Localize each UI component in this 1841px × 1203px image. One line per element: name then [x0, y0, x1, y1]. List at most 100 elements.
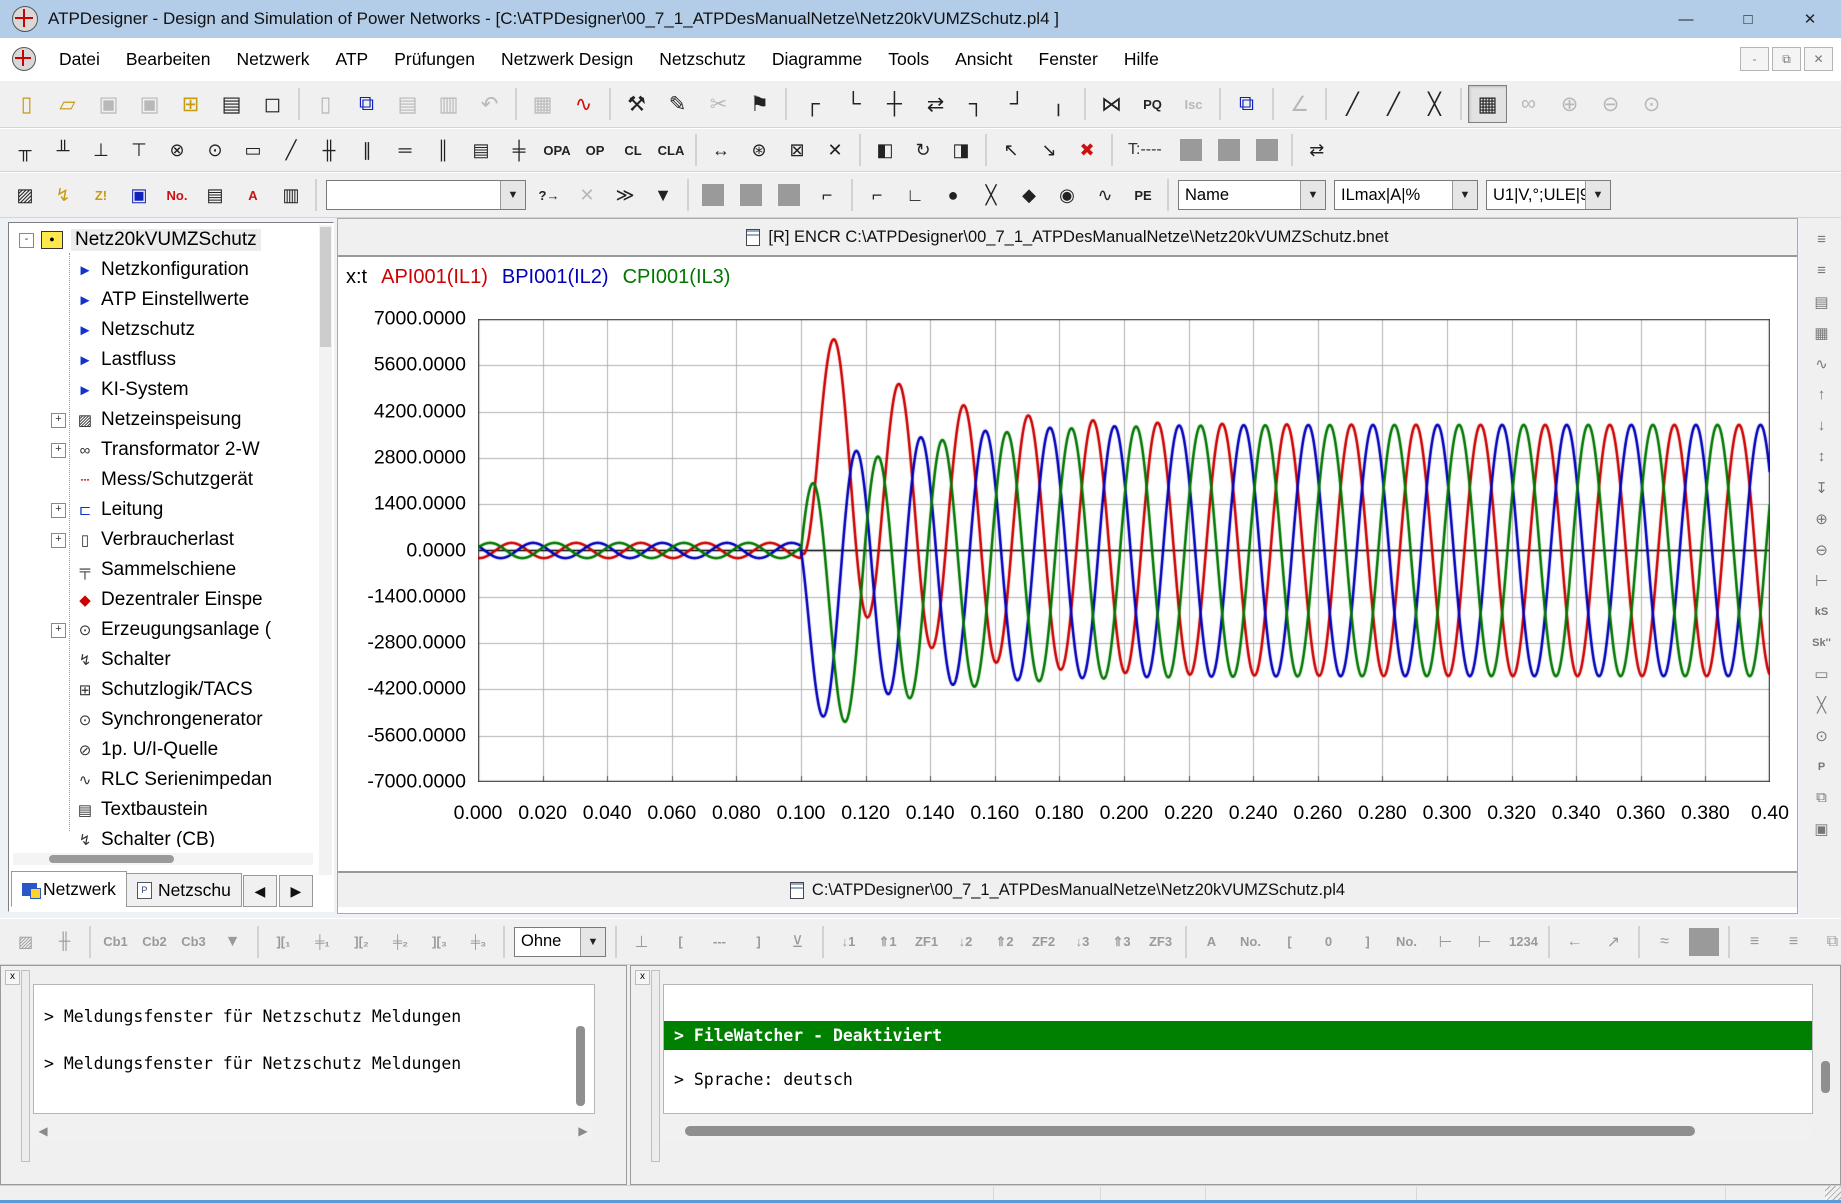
signal-marker-button[interactable]: ↯ — [45, 178, 81, 213]
zoom-in-button[interactable]: ⊕ — [1550, 85, 1589, 123]
chevron-down-icon[interactable]: ▼ — [580, 928, 605, 956]
tree-item-leitung[interactable]: +⊏Leitung — [11, 495, 317, 525]
send-back-button[interactable]: ↘ — [1031, 133, 1067, 168]
signal-curves-button[interactable]: ∿ — [564, 85, 603, 123]
marker-flag-button[interactable]: ⚑ — [740, 85, 779, 123]
winding-3-button[interactable]: ][₃ — [421, 924, 458, 960]
opa-tool-button[interactable]: OPA — [539, 133, 575, 168]
plot-layout-1-button[interactable]: ≡ — [1806, 226, 1838, 253]
print-preview-button[interactable]: ◻ — [253, 85, 292, 123]
fault-down-1-button[interactable]: ↓1 — [830, 924, 867, 960]
insert-breaker-button[interactable]: ╫ — [311, 133, 347, 168]
align-horizontal-button[interactable]: ═ — [387, 133, 423, 168]
node-top-button[interactable]: ┌ — [793, 85, 832, 123]
scroll-right-icon[interactable]: ▶ — [573, 1124, 593, 1138]
fault-down-2-button[interactable]: ↓2 — [947, 924, 984, 960]
measure-star-button[interactable]: ╳ — [1415, 85, 1454, 123]
digit-marker-button[interactable]: 1234 — [1505, 924, 1542, 960]
phase-box-1-button[interactable] — [1173, 133, 1209, 168]
swap-direction-button[interactable]: ⇄ — [916, 85, 955, 123]
list-import-button[interactable]: ≡ — [1736, 924, 1773, 960]
minimize-button[interactable]: — — [1655, 0, 1717, 38]
swap-pages-button[interactable]: ⇄ — [1299, 133, 1335, 168]
insert-switch-button[interactable]: ∥ — [349, 133, 385, 168]
save-all-button[interactable]: ▣ — [130, 85, 169, 123]
expand-icon[interactable]: + — [51, 443, 66, 458]
spacing-tool-button[interactable]: ↔ — [703, 133, 739, 168]
voltage-filter-combobox[interactable]: U1|V,°;ULE|9▼ — [1486, 180, 1611, 210]
plot-shift-down-button[interactable]: ↓ — [1806, 412, 1838, 439]
zoom-out-button[interactable]: ⊖ — [1591, 85, 1630, 123]
tree-hscroll-thumb[interactable] — [49, 855, 174, 863]
phase-box-3-button[interactable] — [1249, 133, 1285, 168]
insert-ground-button[interactable]: ⊥ — [83, 133, 119, 168]
number-marker-2-button[interactable]: No. — [1388, 924, 1425, 960]
impedance-zf1-button[interactable]: ZF1 — [908, 924, 945, 960]
hatch-fill-button[interactable]: ▨ — [7, 178, 43, 213]
tree-item-netzkonfiguration[interactable]: ►Netzkonfiguration — [11, 255, 317, 285]
expand-icon[interactable]: + — [51, 413, 66, 428]
insert-feeder-button[interactable]: ╨ — [45, 133, 81, 168]
number-marker-1-button[interactable]: No. — [1232, 924, 1269, 960]
tree-item-dezentraler-einspe[interactable]: ◆Dezentraler Einspe — [11, 585, 317, 615]
component-search-combobox[interactable]: ▼ — [326, 180, 526, 210]
measure-points-button[interactable]: ╱ — [1374, 85, 1413, 123]
chevron-down-icon[interactable]: ▼ — [500, 181, 525, 209]
save-button[interactable]: ▣ — [89, 85, 128, 123]
menu-atp[interactable]: ATP — [322, 43, 381, 76]
hscrollbar[interactable] — [663, 1121, 1811, 1141]
menu-netzschutz[interactable]: Netzschutz — [646, 43, 759, 76]
insert-probe-button[interactable]: ⊤ — [121, 133, 157, 168]
new-file-button[interactable]: ▯ — [7, 85, 46, 123]
fault-down-3-button[interactable]: ↓3 — [1064, 924, 1101, 960]
plug-left-button[interactable]: ← — [1556, 924, 1593, 960]
hscroll-thumb[interactable] — [685, 1126, 1695, 1136]
copy-report-button[interactable]: ⧉ — [1227, 85, 1266, 123]
bracket-close-button[interactable]: ] — [740, 924, 777, 960]
system-messages[interactable]: > FileWatcher - Deaktiviert > Sprache: d… — [663, 984, 1813, 1114]
fault-up-2-button[interactable]: ⇑2 — [986, 924, 1023, 960]
insert-busbar-button[interactable]: ╥ — [7, 133, 43, 168]
menu-datei[interactable]: Datei — [46, 43, 113, 76]
breaker-cb1-button[interactable]: Cb1 — [97, 924, 134, 960]
phase-box-2-button[interactable] — [1211, 133, 1247, 168]
report-view-button[interactable]: ▥ — [273, 178, 309, 213]
cut-branch-button[interactable]: ✂ — [699, 85, 738, 123]
font-color-button[interactable]: A — [235, 178, 271, 213]
plot-compress-button[interactable]: ↧ — [1806, 474, 1838, 501]
dash-range-button[interactable]: --- — [701, 924, 738, 960]
relay-plug-button[interactable]: ◉ — [1049, 178, 1085, 213]
tree-item-schutzlogik-tacs[interactable]: ⊞Schutzlogik/TACS — [11, 675, 317, 705]
expand-icon[interactable]: + — [51, 533, 66, 548]
copy-plot-button[interactable]: ⧉ — [1806, 784, 1838, 811]
tap-1-button[interactable]: ╪₁ — [304, 924, 341, 960]
tab-netzwerk[interactable]: Netzwerk — [11, 871, 127, 907]
plot-layout-3-button[interactable]: ▤ — [1806, 288, 1838, 315]
winding-2-button[interactable]: ][₂ — [343, 924, 380, 960]
plot-layout-2-button[interactable]: ≡ — [1806, 257, 1838, 284]
ground-clear-button[interactable]: ⊻ — [779, 924, 816, 960]
node-align-button[interactable]: ╷ — [1039, 85, 1078, 123]
name-filter-combobox[interactable]: Name▼ — [1178, 180, 1326, 210]
paste-button[interactable]: ▤ — [388, 85, 427, 123]
vscroll-thumb[interactable] — [1821, 1061, 1830, 1093]
cl-tool-button[interactable]: CL — [615, 133, 651, 168]
pe-check-button[interactable]: PE — [1125, 178, 1161, 213]
quantity-filter-combobox[interactable]: ILmax|A|%▼ — [1334, 180, 1478, 210]
network-check-button[interactable]: ⚒ — [617, 85, 656, 123]
blank-region-button[interactable] — [1685, 924, 1722, 960]
copy-page-button[interactable]: ▥ — [429, 85, 468, 123]
bracket-close-2-button[interactable]: ] — [1349, 924, 1386, 960]
menu-ansicht[interactable]: Ansicht — [942, 43, 1025, 76]
clipboard-copy-button[interactable]: ⧉ — [1814, 924, 1841, 960]
tree-horizontal-scrollbar[interactable] — [13, 853, 313, 865]
panel-splitter[interactable] — [651, 970, 660, 1162]
child-restore-button[interactable]: ⧉ — [1772, 47, 1801, 71]
plot-overlay-button[interactable]: ∿ — [1806, 350, 1838, 377]
expand-icon[interactable]: + — [51, 623, 66, 638]
measure-line-button[interactable]: ╱ — [1333, 85, 1372, 123]
align-vertical-button[interactable]: ║ — [425, 133, 461, 168]
menu-bearbeiten[interactable]: Bearbeiten — [113, 43, 224, 76]
panel-splitter[interactable] — [21, 970, 30, 1162]
open-folder-button[interactable]: ▱ — [48, 85, 87, 123]
